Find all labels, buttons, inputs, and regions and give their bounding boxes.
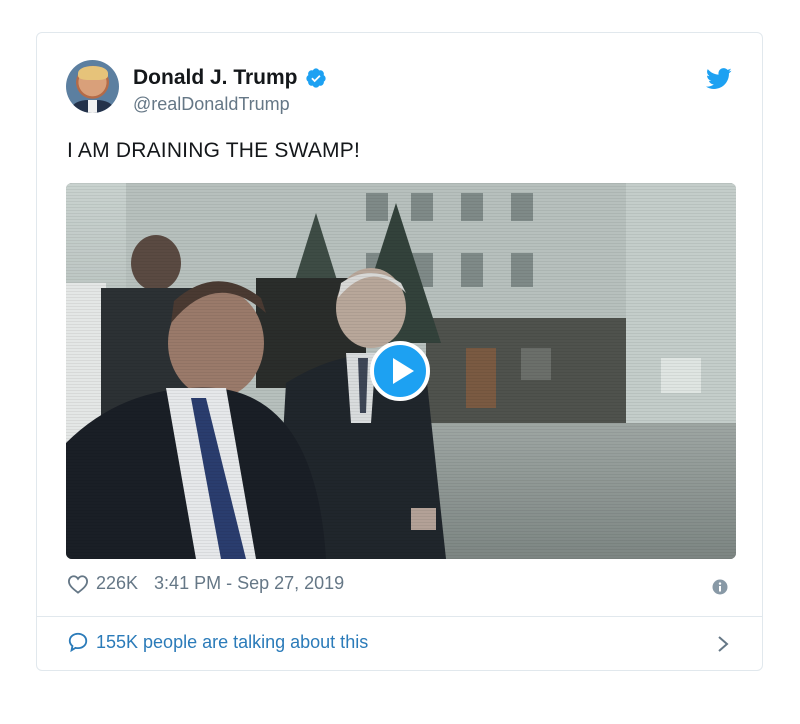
avatar[interactable] bbox=[66, 60, 119, 113]
heart-icon[interactable] bbox=[67, 574, 89, 594]
divider bbox=[37, 616, 762, 617]
info-icon[interactable] bbox=[712, 579, 728, 595]
verified-badge-icon bbox=[305, 68, 326, 88]
tweet-text: I AM DRAINING THE SWAMP! bbox=[67, 139, 360, 162]
twitter-bird-icon[interactable] bbox=[706, 68, 732, 90]
author-handle[interactable]: @realDonaldTrump bbox=[133, 94, 290, 115]
chevron-right-icon[interactable] bbox=[716, 635, 730, 653]
play-icon[interactable] bbox=[370, 341, 430, 401]
video-media[interactable] bbox=[66, 183, 736, 559]
talking-about-link[interactable]: 155K people are talking about this bbox=[67, 631, 368, 653]
tweet-card[interactable]: Donald J. Trump @realDonaldTrump I AM DR… bbox=[36, 32, 763, 671]
talking-about-text[interactable]: 155K people are talking about this bbox=[96, 632, 368, 653]
timestamp[interactable]: 3:41 PM - Sep 27, 2019 bbox=[154, 573, 344, 594]
author-row: Donald J. Trump bbox=[133, 66, 327, 90]
author-name[interactable]: Donald J. Trump bbox=[133, 66, 298, 90]
speech-bubble-icon bbox=[68, 632, 88, 653]
like-count[interactable]: 226K bbox=[96, 573, 138, 594]
tweet-meta: 226K 3:41 PM - Sep 27, 2019 bbox=[67, 573, 344, 594]
